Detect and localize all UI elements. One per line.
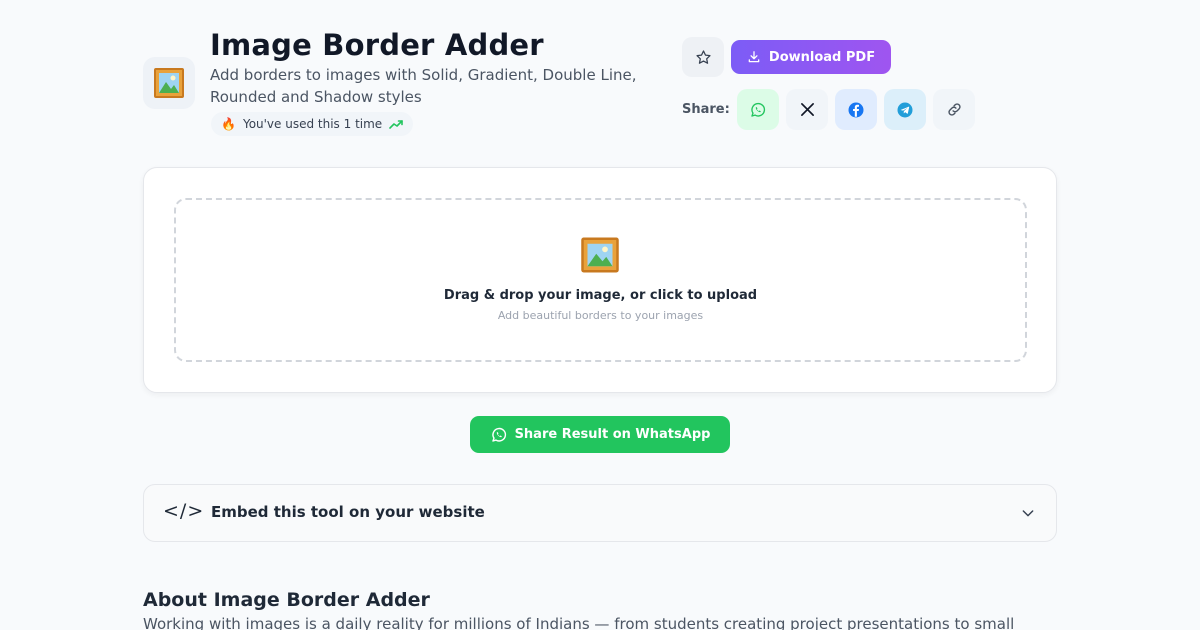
about-paragraph: Working with images is a daily reality f…: [143, 615, 1015, 630]
page-subtitle: Add borders to images with Solid, Gradie…: [210, 66, 637, 106]
usage-text: You've used this 1 time: [242, 117, 383, 131]
upload-image-icon: [580, 236, 620, 278]
dropzone-hint: Add beautiful borders to your images: [497, 309, 704, 322]
share-telegram-button[interactable]: [884, 89, 926, 130]
whatsapp-icon: [491, 427, 506, 442]
fire-icon: 🔥: [221, 117, 236, 131]
page-title: Image Border Adder: [210, 28, 544, 62]
facebook-icon: [848, 102, 864, 117]
download-pdf-label: Download PDF: [768, 49, 876, 65]
dropzone-title: Drag & drop your image, or click to uplo…: [443, 288, 758, 303]
share-result-whatsapp-button[interactable]: Share Result on WhatsApp: [470, 416, 730, 453]
share-facebook-button[interactable]: [835, 89, 877, 130]
tool-logo: [143, 57, 195, 109]
embed-title: Embed this tool on your website: [211, 503, 485, 521]
trending-up-icon: [389, 120, 403, 129]
code-icon: </>: [163, 500, 205, 522]
chevron-down-icon[interactable]: [1020, 505, 1036, 525]
share-label: Share:: [682, 102, 730, 117]
framed-picture-icon: [581, 237, 619, 273]
image-dropzone[interactable]: [174, 198, 1027, 362]
share-whatsapp-button[interactable]: [737, 89, 779, 130]
usage-badge: 🔥 You've used this 1 time: [211, 112, 414, 136]
link-icon: [947, 103, 961, 116]
telegram-icon: [897, 102, 913, 117]
framed-picture-icon: [154, 68, 184, 98]
x-logo-icon: [800, 103, 814, 116]
download-pdf-button[interactable]: Download PDF: [731, 40, 891, 74]
share-result-whatsapp-label: Share Result on WhatsApp: [514, 427, 711, 442]
whatsapp-icon: [751, 102, 766, 117]
about-heading: About Image Border Adder: [143, 589, 430, 611]
favorite-button[interactable]: [682, 37, 724, 77]
download-icon: [748, 51, 760, 63]
star-icon: [695, 49, 711, 64]
copy-link-button[interactable]: [933, 89, 975, 130]
share-x-button[interactable]: [786, 89, 828, 130]
